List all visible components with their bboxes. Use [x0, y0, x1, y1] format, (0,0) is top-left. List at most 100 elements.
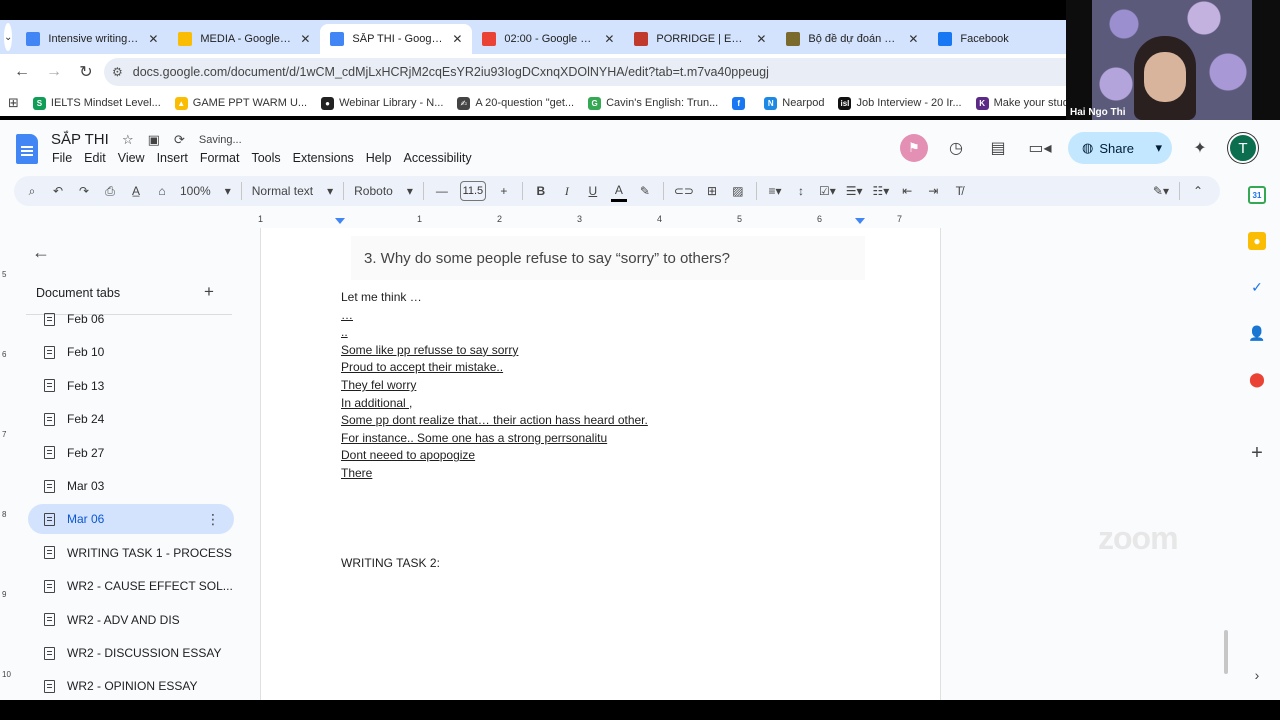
document-tab-item[interactable]: WR2 - OPINION ESSAY [28, 671, 234, 701]
gemini-sidekick-icon[interactable]: ⚑ [900, 134, 928, 162]
menu-accessibility[interactable]: Accessibility [404, 151, 472, 165]
document-title[interactable]: SẮP THI [51, 131, 109, 148]
account-avatar[interactable]: T [1228, 133, 1258, 163]
style-select[interactable]: Normal text ▾ [252, 180, 333, 202]
vertical-scrollbar[interactable] [1224, 630, 1228, 674]
document-tab-item[interactable]: WRITING TASK 1 - PROCESS [28, 538, 234, 568]
bookmark-item[interactable]: S IELTS Mindset Level... [32, 96, 161, 110]
document-text-line[interactable]: There [341, 466, 648, 484]
clear-formatting-icon[interactable]: T̸ [951, 180, 967, 202]
url-omnibox[interactable]: ⚙ docs.google.com/document/d/1wCM_cdMjLx… [104, 58, 1066, 86]
document-text-line[interactable]: Let me think … [341, 290, 648, 308]
star-icon[interactable]: ☆ [122, 132, 134, 148]
text-color-icon[interactable]: A [610, 180, 627, 202]
back-arrow-icon[interactable]: ← [8, 58, 36, 86]
font-select[interactable]: Roboto ▾ [354, 180, 413, 202]
document-text-line[interactable]: Dont neeed to apopogize [341, 448, 648, 466]
underline-icon[interactable]: U [585, 180, 601, 202]
decrease-indent-icon[interactable]: ⇤ [899, 180, 915, 202]
document-tab-item[interactable]: Feb 27 [28, 438, 234, 468]
bookmark-item[interactable]: ● Webinar Library - N... [321, 96, 443, 110]
chevron-down-icon[interactable]: ▾ [1155, 140, 1162, 156]
insert-image-icon[interactable]: ▨ [730, 180, 746, 202]
document-tab-item[interactable]: Feb 10 [28, 337, 234, 367]
document-tab-item[interactable]: WR2 - CAUSE EFFECT SOL... [28, 571, 234, 601]
menu-tools[interactable]: Tools [251, 151, 280, 165]
browser-tab[interactable]: Bộ đề dự đoán Forecast ✕ [776, 24, 928, 54]
menu-help[interactable]: Help [366, 151, 392, 165]
move-folder-icon[interactable]: ▣ [148, 132, 160, 148]
bookmark-item[interactable]: isl Job Interview - 20 Ir... [838, 96, 962, 110]
increase-font-size-icon[interactable]: + [496, 180, 512, 202]
document-tab-item[interactable]: WR2 - DISCUSSION ESSAY [28, 638, 234, 668]
close-tab-icon[interactable]: ✕ [756, 32, 766, 46]
bookmark-item[interactable]: N Nearpod [764, 96, 824, 110]
paint-format-icon[interactable]: ⌂ [154, 180, 170, 202]
link-icon[interactable]: ⊂⊃ [674, 180, 694, 202]
bookmark-item[interactable]: ▲ GAME PPT WARM U... [174, 96, 307, 110]
close-tab-icon[interactable]: ✕ [452, 32, 462, 46]
document-text-line[interactable]: For instance.. Some one has a strong per… [341, 431, 648, 449]
gemini-spark-icon[interactable]: ✦ [1186, 134, 1214, 162]
bookmark-item[interactable]: G Cavin's English: Trun... [588, 96, 718, 110]
browser-tab[interactable]: 02:00 - Google Search ✕ [472, 24, 624, 54]
browser-tab[interactable]: PORRIDGE | English meaning ✕ [624, 24, 776, 54]
close-tab-icon[interactable]: ✕ [604, 32, 614, 46]
document-text-line[interactable]: Some pp dont realize that… their action … [341, 413, 648, 431]
document-text-line[interactable]: Proud to accept their mistake.. [341, 360, 648, 378]
menu-edit[interactable]: Edit [84, 151, 106, 165]
back-arrow-icon[interactable]: ← [32, 242, 50, 263]
document-text-line[interactable]: … [341, 308, 648, 326]
collapse-menus-icon[interactable]: ⌃ [1190, 180, 1206, 202]
menu-insert[interactable]: Insert [157, 151, 188, 165]
add-tab-icon[interactable]: + [204, 282, 214, 302]
document-tab-item[interactable]: Feb 13 [28, 371, 234, 401]
bookmark-item[interactable]: f [732, 96, 750, 110]
contacts-icon[interactable]: 👤 [1248, 324, 1266, 342]
spellcheck-icon[interactable]: A̲ [128, 180, 144, 202]
document-text-line[interactable]: Some like pp refusse to say sorry [341, 343, 648, 361]
indent-marker[interactable] [335, 218, 345, 224]
close-tab-icon[interactable]: ✕ [300, 32, 310, 46]
undo-icon[interactable]: ↶ [50, 180, 66, 202]
apps-grid-icon[interactable]: ⊞ [8, 95, 19, 111]
search-menus-icon[interactable]: ⌕ [24, 180, 40, 202]
share-button[interactable]: ◍ Share ▾ [1068, 132, 1172, 164]
comments-icon[interactable]: ▤ [984, 134, 1012, 162]
tasks-icon[interactable]: ✓ [1248, 278, 1266, 296]
reload-icon[interactable]: ↻ [72, 58, 100, 86]
bookmark-item[interactable]: ✍ A 20-question "get... [457, 96, 574, 110]
menu-view[interactable]: View [118, 151, 145, 165]
get-addons-icon[interactable]: + [1248, 442, 1266, 464]
question-heading[interactable]: 3. Why do some people refuse to say “sor… [351, 236, 865, 280]
browser-tab[interactable]: MEDIA - Google Drive ✕ [168, 24, 320, 54]
align-icon[interactable]: ≡▾ [767, 180, 783, 202]
tab-search-dropdown[interactable]: ⌄ [4, 23, 13, 51]
print-icon[interactable]: ⎙ [102, 180, 118, 202]
browser-tab[interactable]: SẮP THI - Google Docs ✕ [320, 24, 473, 54]
document-tab-item[interactable]: Mar 03 [28, 471, 234, 501]
close-tab-icon[interactable]: ✕ [148, 32, 158, 46]
browser-tab[interactable]: Intensive writing 5.5 ✕ [16, 24, 168, 54]
add-comment-icon[interactable]: ⊞ [704, 180, 720, 202]
checklist-icon[interactable]: ☑▾ [819, 180, 836, 202]
numbered-list-icon[interactable]: ☷▾ [873, 180, 890, 202]
italic-icon[interactable]: I [559, 180, 575, 202]
site-info-icon[interactable]: ⚙ [112, 65, 123, 79]
document-text-line[interactable]: They fel worry [341, 378, 648, 396]
close-tab-icon[interactable]: ✕ [908, 32, 918, 46]
keep-icon[interactable]: ● [1248, 232, 1266, 250]
highlight-icon[interactable]: ✎ [637, 180, 653, 202]
right-indent-marker[interactable] [855, 218, 865, 224]
bulleted-list-icon[interactable]: ☰▾ [846, 180, 863, 202]
bookmark-item[interactable]: K Make your students... [975, 96, 1066, 110]
document-tab-item[interactable]: WR2 - ADV AND DIS [28, 605, 234, 635]
bold-icon[interactable]: B [533, 180, 549, 202]
document-tab-item[interactable]: Mar 06 ⋮ [28, 504, 234, 535]
redo-icon[interactable]: ↷ [76, 180, 92, 202]
zoom-select[interactable]: 100% ▾ [180, 180, 231, 202]
calendar-icon[interactable]: 31 [1248, 186, 1266, 204]
forward-arrow-icon[interactable]: → [40, 58, 68, 86]
section-heading[interactable]: WRITING TASK 2: [341, 556, 440, 570]
line-spacing-icon[interactable]: ↕ [793, 180, 809, 202]
